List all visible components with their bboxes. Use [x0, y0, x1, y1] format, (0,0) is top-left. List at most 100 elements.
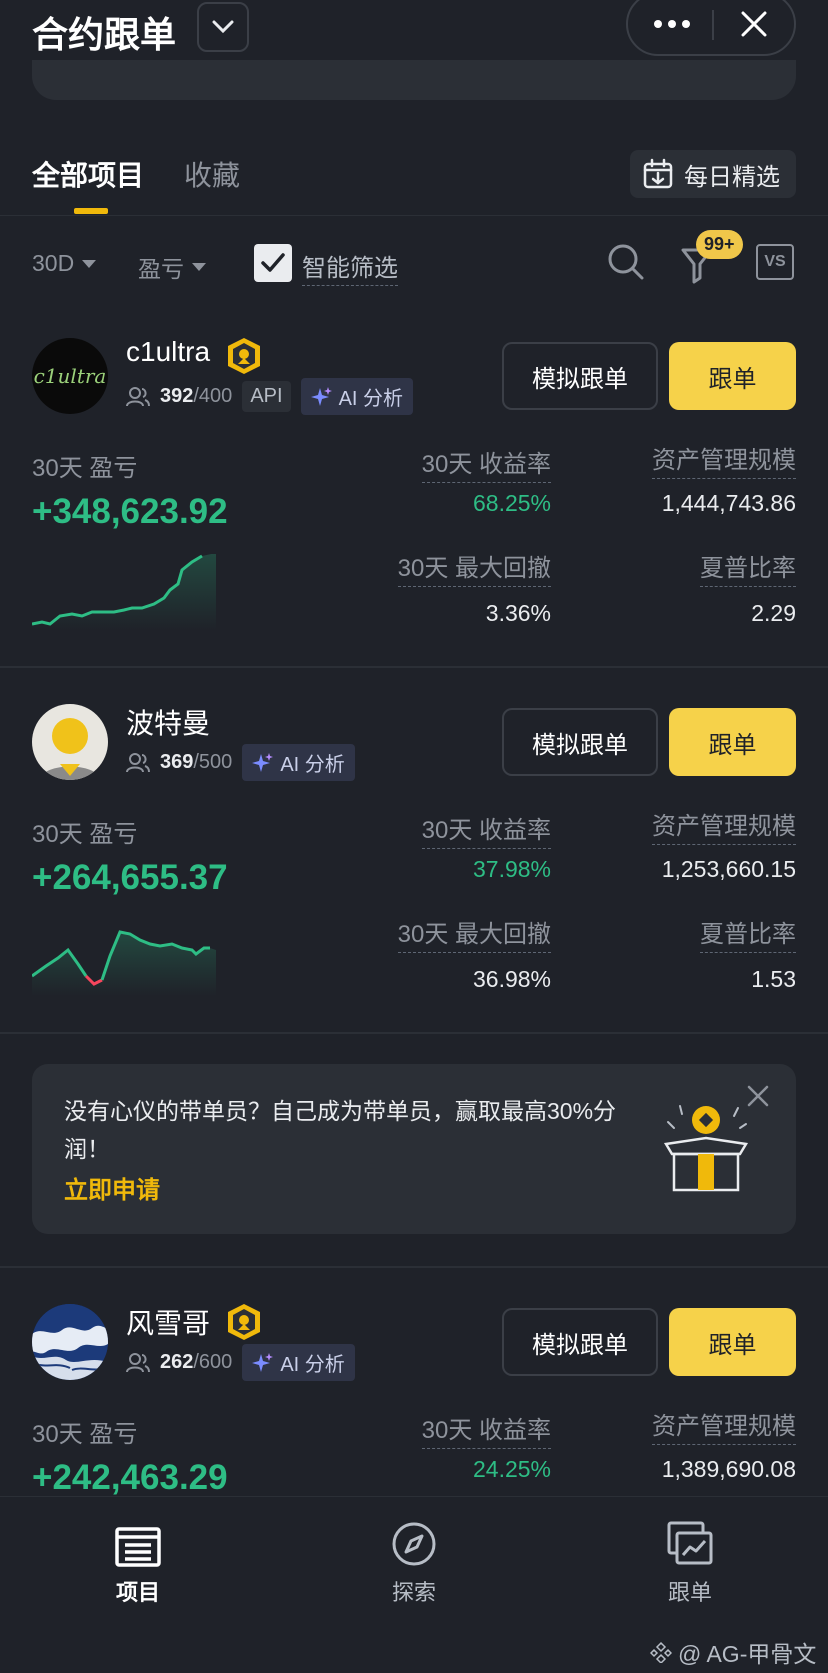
list-icon — [115, 1527, 161, 1567]
sort-label: 盈亏 — [138, 256, 184, 282]
period-dropdown[interactable]: 30D — [32, 250, 97, 277]
more-icon — [654, 20, 690, 28]
banner-strip — [32, 60, 796, 100]
pnl-label: 30天 盈亏 — [32, 821, 138, 848]
filter-count-badge: 99+ — [696, 230, 743, 259]
trader-card[interactable]: 风雪哥 262/600 AI 分析 模拟跟单 跟单 30天 盈亏 30天 收益率… — [0, 1302, 828, 1497]
nav-copy[interactable]: 跟单 — [630, 1517, 750, 1607]
roi-label: 30天 收益率 — [421, 810, 551, 849]
aum-label: 资产管理规模 — [652, 806, 796, 845]
avatar-logo-text: c1ultra — [33, 364, 107, 388]
ai-analysis-label: AI 分析 — [338, 388, 404, 410]
trader-meta: 369/500 AI 分析 — [126, 744, 355, 781]
trader-card[interactable]: 波特曼 369/500 AI 分析 模拟跟单 跟单 30天 盈亏 30天 收益率… — [0, 704, 828, 1034]
pnl-label: 30天 盈亏 — [32, 1421, 138, 1448]
promo-text: 没有心仪的带单员？自己成为带单员，赢取最高30%分润！ — [64, 1098, 617, 1162]
close-button[interactable] — [724, 4, 784, 44]
aum-value: 1,389,690.08 — [661, 1456, 796, 1482]
watermark: @ AG-甲骨文 — [650, 1635, 816, 1669]
daily-picks-label: 每日精选 — [684, 163, 780, 191]
tab-bar: 全部项目 收藏 每日精选 — [0, 150, 828, 216]
ai-analysis-tag[interactable]: AI 分析 — [242, 744, 355, 781]
follower-count: 369 — [160, 751, 194, 773]
become-leader-promo[interactable]: 没有心仪的带单员？自己成为带单员，赢取最高30%分润！ 立即申请 — [32, 1064, 796, 1234]
aum-value: 1,253,660.15 — [661, 856, 796, 882]
followers-icon — [126, 1352, 150, 1372]
title-dropdown-button[interactable] — [197, 2, 249, 52]
sharpe-label: 夏普比率 — [700, 914, 796, 953]
ai-analysis-tag[interactable]: AI 分析 — [300, 378, 414, 415]
smart-filter-checkbox[interactable] — [254, 244, 292, 282]
pnl-sparkline — [31, 920, 216, 1001]
gift-box-icon — [660, 1094, 756, 1199]
trader-meta: 392/400 API AI 分析 — [126, 378, 414, 415]
nav-projects-label: 项目 — [115, 1580, 160, 1605]
search-icon — [608, 244, 644, 280]
binance-logo-icon — [650, 1641, 672, 1663]
sparkle-icon — [252, 752, 274, 772]
sharpe-value: 2.29 — [751, 600, 796, 626]
api-tag: API — [242, 381, 291, 412]
pnl-value: +242,463.29 — [32, 1458, 228, 1497]
smart-filter-label[interactable]: 智能筛选 — [302, 248, 398, 286]
trader-name[interactable]: c1ultra — [126, 336, 210, 368]
roi-value: 24.25% — [472, 1456, 551, 1482]
sharpe-label: 夏普比率 — [700, 548, 796, 587]
daily-picks-button[interactable]: 每日精选 — [630, 150, 796, 198]
aum-value: 1,444,743.86 — [661, 490, 796, 516]
sort-dropdown[interactable]: 盈亏 — [138, 250, 206, 284]
mdd-value: 36.98% — [472, 966, 551, 992]
promo-close-button[interactable] — [746, 1084, 770, 1113]
nav-copy-label: 跟单 — [667, 1580, 712, 1605]
trader-name[interactable]: 波特曼 — [126, 702, 210, 742]
trader-card[interactable]: c1ultra c1ultra 392/400 API AI 分析 模拟跟单 跟… — [0, 336, 828, 668]
search-button[interactable] — [606, 242, 646, 287]
pnl-value: +264,655.37 — [32, 858, 228, 897]
caret-down-icon — [192, 263, 206, 271]
period-label: 30D — [32, 250, 75, 276]
trader-name[interactable]: 风雪哥 — [126, 1302, 210, 1342]
nav-explore-label: 探索 — [391, 1580, 436, 1605]
copy-trade-button[interactable]: 跟单 — [669, 1308, 796, 1376]
apply-now-link[interactable]: 立即申请 — [64, 1170, 160, 1205]
simulate-copy-button[interactable]: 模拟跟单 — [502, 342, 658, 410]
copy-trade-button[interactable]: 跟单 — [669, 342, 796, 410]
roi-label: 30天 收益率 — [421, 1410, 551, 1449]
followers-icon — [126, 386, 150, 406]
calendar-download-icon — [643, 158, 673, 189]
mdd-label: 30天 最大回撤 — [397, 914, 551, 953]
nav-projects[interactable]: 项目 — [78, 1517, 198, 1607]
pnl-value: +348,623.92 — [32, 492, 228, 531]
mdd-label: 30天 最大回撤 — [397, 548, 551, 587]
follower-count: 262 — [160, 1351, 194, 1373]
active-tab-indicator — [74, 208, 108, 214]
compare-vs-button[interactable]: VS — [756, 244, 794, 280]
header: 合约跟单 — [0, 0, 828, 100]
pnl-sparkline — [31, 553, 216, 635]
watermark-text: @ AG-甲骨文 — [678, 1641, 817, 1667]
aum-label: 资产管理规模 — [652, 440, 796, 479]
tab-all-projects[interactable]: 全部项目 — [32, 154, 144, 194]
nav-explore[interactable]: 探索 — [354, 1517, 474, 1607]
tab-favorites[interactable]: 收藏 — [184, 154, 240, 194]
ai-analysis-label: AI 分析 — [280, 754, 345, 776]
avatar — [32, 704, 108, 780]
roi-value: 68.25% — [472, 490, 551, 516]
simulate-copy-button[interactable]: 模拟跟单 — [502, 708, 658, 776]
more-button[interactable] — [642, 4, 702, 44]
card-divider — [0, 666, 828, 668]
copy-trade-button[interactable]: 跟单 — [669, 708, 796, 776]
card-divider — [0, 1032, 828, 1034]
ai-analysis-tag[interactable]: AI 分析 — [242, 1344, 355, 1381]
copy-chart-icon — [667, 1521, 713, 1565]
bottom-nav: 项目 探索 跟单 @ AG-甲骨文 — [0, 1496, 828, 1673]
mdd-value: 3.36% — [485, 600, 551, 626]
pnl-label: 30天 盈亏 — [32, 455, 138, 482]
filter-bar: 30D 盈亏 智能筛选 99+ VS — [0, 230, 828, 290]
followers-icon — [126, 752, 150, 772]
medal-icon — [224, 1302, 264, 1342]
sparkle-icon — [310, 386, 332, 406]
avatar — [32, 1304, 108, 1380]
simulate-copy-button[interactable]: 模拟跟单 — [502, 1308, 658, 1376]
roi-label: 30天 收益率 — [421, 444, 551, 483]
